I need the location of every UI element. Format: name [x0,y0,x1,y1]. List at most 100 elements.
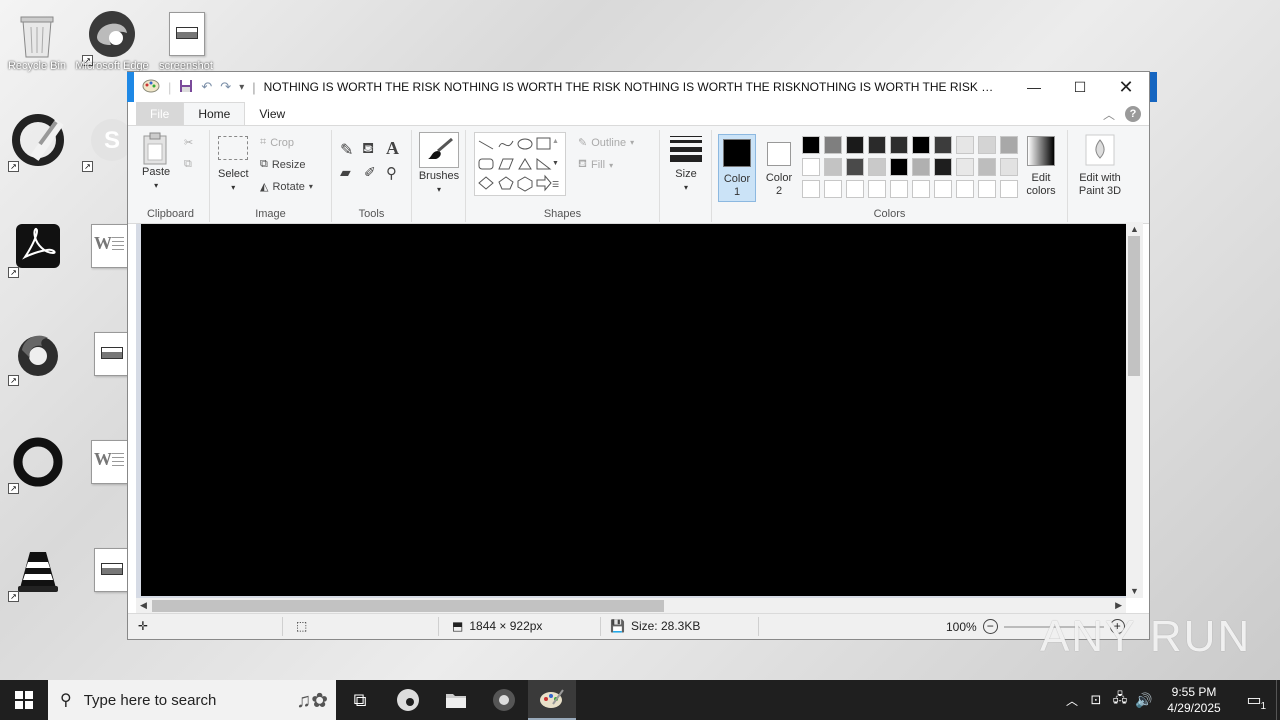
paint-app-icon[interactable] [142,78,160,97]
title-bar[interactable]: | ↶ ↷ ▾ | NOTHING IS WORTH THE RISK NOTH… [128,72,1149,102]
tab-file[interactable]: File [136,102,184,125]
task-view-icon[interactable]: ⧉ [336,680,384,720]
volume-icon[interactable]: 🔊 [1132,680,1156,720]
show-hidden-icons-icon[interactable]: ︿ [1060,680,1084,720]
undo-icon[interactable]: ↶ [201,79,212,95]
clock[interactable]: 9:55 PM 4/29/2025 [1156,684,1232,716]
magnifier-icon[interactable]: ⚲ [386,164,397,182]
palette-swatch[interactable] [824,158,842,176]
palette-swatch[interactable] [934,136,952,154]
edit-colors-button[interactable]: Edit colors [1018,134,1064,198]
palette-swatch[interactable] [890,136,908,154]
pencil-icon[interactable]: ✎ [340,140,353,160]
palette-swatch[interactable] [1000,136,1018,154]
firefox-icon[interactable]: ↗ [6,322,70,386]
start-button[interactable] [0,680,48,720]
copy-icon[interactable]: ⧉ [184,158,192,171]
horizontal-scroll-thumb[interactable] [152,600,664,612]
palette-swatch[interactable] [824,136,842,154]
customize-quick-access-icon[interactable]: ▾ [239,82,244,93]
palette-swatch[interactable] [912,158,930,176]
palette-swatch[interactable] [890,158,908,176]
scroll-left-icon[interactable]: ◀ [140,600,147,611]
palette-swatch[interactable] [978,158,996,176]
palette-swatch[interactable] [868,180,886,198]
edge-icon[interactable]: ↗ [80,2,144,66]
select-button[interactable]: Select ▾ [218,136,249,194]
color2-button[interactable]: Color 2 [760,134,798,198]
acrobat-icon[interactable]: ↗ [6,214,70,278]
palette-swatch[interactable] [890,180,908,198]
shapes-scroll-down-icon[interactable]: ▼ [552,160,559,167]
network-icon[interactable]: 🖧 [1108,680,1132,720]
palette-swatch[interactable] [824,180,842,198]
taskbar-firefox-icon[interactable] [480,680,528,720]
recycle-bin-icon[interactable] [5,4,69,68]
opera-icon[interactable]: ↗ [6,430,70,494]
palette-swatch[interactable] [846,180,864,198]
palette-swatch[interactable] [934,180,952,198]
scroll-up-icon[interactable]: ▲ [1130,224,1139,234]
rotate-button[interactable]: ◭ Rotate ▾ [260,180,313,194]
size-button[interactable]: Size ▾ [666,134,706,194]
palette-swatch[interactable] [978,136,996,154]
notifications-icon[interactable]: ▭ 1 [1232,680,1276,720]
network-status-icon[interactable]: ⊡ [1084,680,1108,720]
palette-swatch[interactable] [956,158,974,176]
shapes-scroll-up-icon[interactable]: ▲ [552,138,559,145]
resize-button[interactable]: ⧉ Resize [260,158,305,171]
help-icon[interactable]: ? [1125,106,1141,122]
palette-swatch[interactable] [956,136,974,154]
palette-swatch[interactable] [912,136,930,154]
brushes-button[interactable]: Brushes ▾ [416,132,462,196]
close-button[interactable]: ✕ [1103,72,1149,102]
palette-swatch[interactable] [934,158,952,176]
palette-swatch[interactable] [912,180,930,198]
file-explorer-icon[interactable] [432,680,480,720]
palette-swatch[interactable] [846,136,864,154]
palette-swatch[interactable] [868,158,886,176]
palette-swatch[interactable] [956,180,974,198]
cut-icon[interactable]: ✂ [184,136,193,149]
palette-swatch[interactable] [802,136,820,154]
vlc-icon[interactable]: ↗ [6,538,70,602]
scroll-right-icon[interactable]: ▶ [1115,600,1122,611]
palette-swatch[interactable] [868,136,886,154]
crop-button[interactable]: ⌗ Crop [260,136,294,149]
drawing-canvas[interactable] [141,224,1126,596]
tab-home[interactable]: Home [183,102,246,125]
palette-swatch[interactable] [978,180,996,198]
show-desktop-button[interactable] [1276,680,1280,720]
text-icon[interactable]: A [386,138,399,159]
palette-swatch[interactable] [1000,158,1018,176]
tab-view[interactable]: View [245,102,299,125]
fill-button[interactable]: ⛾ Fill ▾ [578,158,613,172]
minimize-button[interactable]: — [1011,72,1057,102]
palette-swatch[interactable] [802,158,820,176]
palette-swatch[interactable] [1000,180,1018,198]
fill-bucket-icon[interactable]: ⛾ [362,140,374,159]
eraser-icon[interactable]: ▰ [340,164,351,181]
outline-button[interactable]: ✎ Outline ▾ [578,136,634,150]
scroll-down-icon[interactable]: ▼ [1130,586,1139,596]
maximize-button[interactable]: ☐ [1057,72,1103,102]
color1-button[interactable]: Color 1 [718,134,756,202]
collapse-ribbon-icon[interactable]: ︿ [1103,106,1115,123]
taskbar-edge-icon[interactable] [384,680,432,720]
taskbar-search-box[interactable]: ⚲ Type here to search ♫✿ [48,680,336,720]
color-picker-icon[interactable]: ✐ [364,164,376,181]
ccleaner-icon[interactable]: ↗ [6,108,70,172]
taskbar-paint-icon[interactable] [528,680,576,720]
edit-with-paint3d-button[interactable]: Edit with Paint 3D [1072,134,1128,198]
shapes-more-icon[interactable]: ☰ [552,180,559,189]
save-icon[interactable] [179,79,193,96]
vertical-scrollbar[interactable]: ▲ ▼ [1126,222,1143,598]
zoom-out-icon[interactable]: − [982,619,998,634]
palette-swatch[interactable] [846,158,864,176]
paste-button[interactable]: Paste ▾ [142,132,170,192]
image-file-icon[interactable] [155,2,219,66]
palette-swatch[interactable] [802,180,820,198]
redo-icon[interactable]: ↷ [220,79,231,95]
vertical-scroll-thumb[interactable] [1128,236,1140,376]
horizontal-scrollbar[interactable]: ◀ ▶ [136,598,1126,613]
